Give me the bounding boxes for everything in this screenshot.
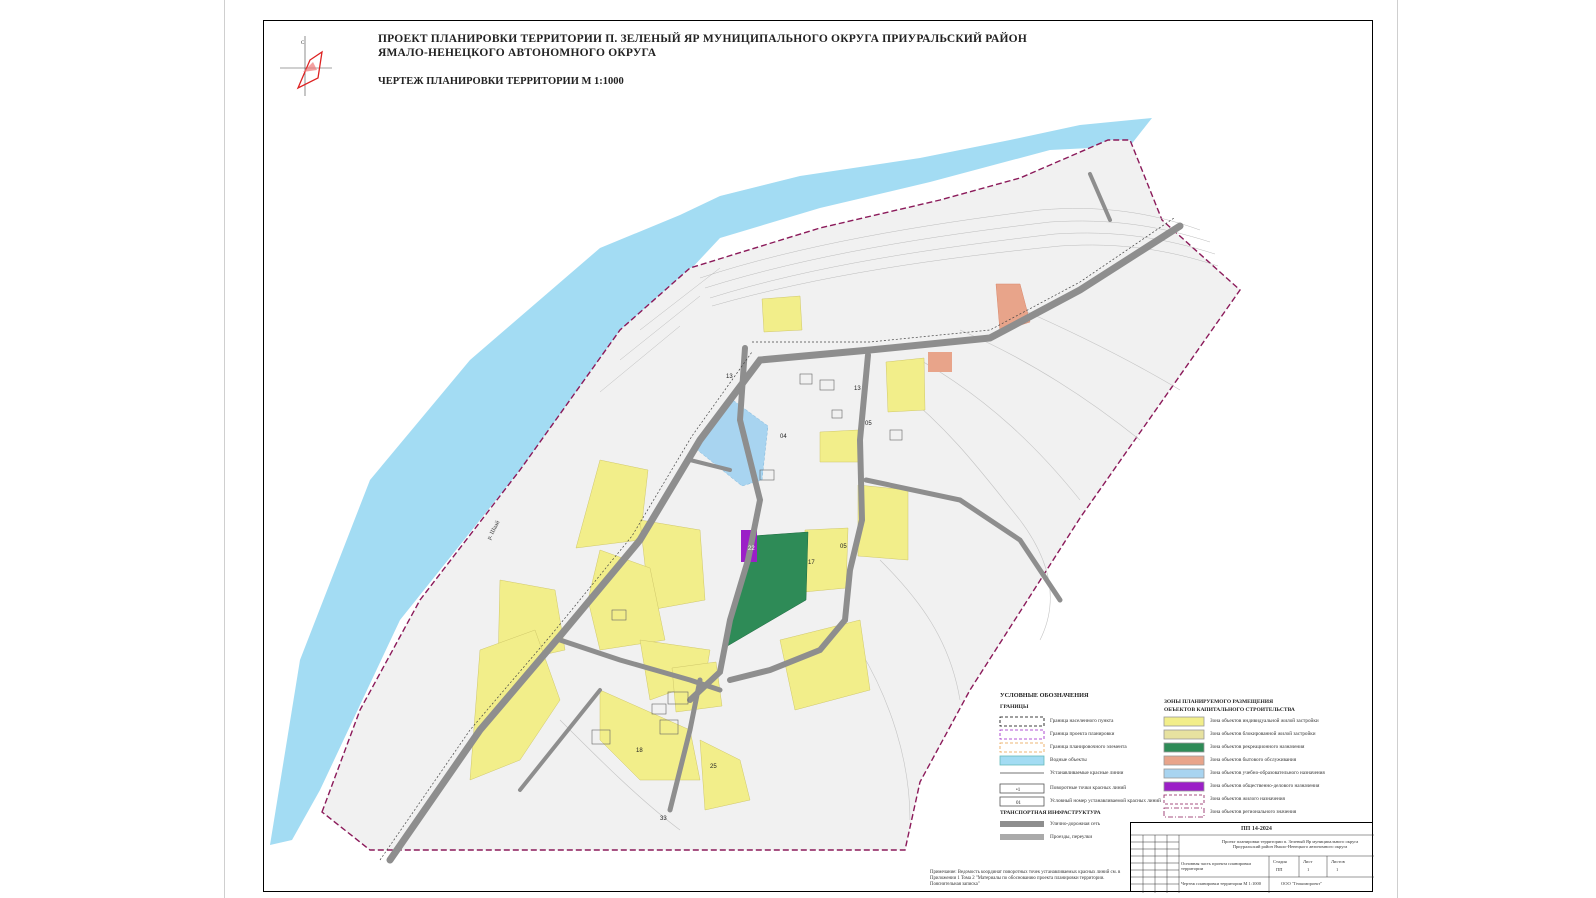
title-line-2: ЯМАЛО-НЕНЕЦКОГО АВТОНОМНОГО ОКРУГА <box>378 47 657 59</box>
legend-border-5: Поворотные точки красных линий <box>1050 785 1127 791</box>
svg-text:04: 04 <box>780 434 787 440</box>
north-arrow-icon: С <box>280 36 332 96</box>
legend-zone-0: Зона объектов индивидуальной жилой застр… <box>1210 718 1319 724</box>
map-subtitle: ЧЕРТЕЖ ПЛАНИРОВКИ ТЕРРИТОРИИ М 1:1000 <box>378 76 624 87</box>
legend-zone-1: Зона объектов блокированной жилой застро… <box>1210 731 1316 737</box>
svg-text:13: 13 <box>854 386 861 392</box>
stamp-grid <box>1131 834 1374 893</box>
svg-text:С: С <box>301 41 305 46</box>
svg-text:05: 05 <box>865 421 872 427</box>
territory-plan-map: С 04 05 13 13 05 22 25 33 17 18 р. Шаай … <box>270 36 1241 864</box>
legend-border-0: Граница населенного пункта <box>1050 718 1114 724</box>
legend-border-2: Граница планировочного элемента <box>1050 744 1127 750</box>
title-block-stamp: ПП 14-2024 Проект планировки территории … <box>1130 822 1374 893</box>
legend-border-6: Условный номер устанавливаемой красных л… <box>1050 798 1161 804</box>
svg-text:18: 18 <box>636 748 643 754</box>
legend-borders-heading: ГРАНИЦЫ <box>1000 704 1029 710</box>
map-title: ПРОЕКТ ПЛАНИРОВКИ ТЕРРИТОРИИ П. ЗЕЛЕНЫЙ … <box>378 32 1027 60</box>
legend-border-1: Граница проекта планировки <box>1050 731 1115 737</box>
legend-border-3: Водные объекты <box>1050 757 1087 763</box>
legend-zone-3: Зона объектов бытового обслуживания <box>1210 757 1297 763</box>
legend-heading: УСЛОВНЫЕ ОБОЗНАЧЕНИЯ <box>1000 692 1089 699</box>
zone-services-2 <box>928 352 952 372</box>
svg-text:25: 25 <box>710 764 717 770</box>
legend-zones-heading-2: ОБЪЕКТОВ КАПИТАЛЬНОГО СТРОИТЕЛЬСТВА <box>1164 707 1295 713</box>
svg-text:17: 17 <box>808 560 815 566</box>
svg-text:01: 01 <box>1016 801 1022 806</box>
title-line-1: ПРОЕКТ ПЛАНИРОВКИ ТЕРРИТОРИИ П. ЗЕЛЕНЫЙ … <box>378 33 1027 45</box>
svg-text:05: 05 <box>840 544 847 550</box>
legend-transport-1: Проезды, переулки <box>1050 834 1093 840</box>
legend-zone-7: Зона объектов регионального значения <box>1210 809 1297 815</box>
svg-text:33: 33 <box>660 816 667 822</box>
drawing-note: Примечание: Ведомость координат поворотн… <box>930 870 1121 887</box>
legend-transport-heading: ТРАНСПОРТНАЯ ИНФРАСТРУКТУРА <box>1000 810 1101 816</box>
svg-text:13: 13 <box>726 374 733 380</box>
legend-zones-heading-1: ЗОНЫ ПЛАНИРУЕМОГО РАЗМЕЩЕНИЯ <box>1164 699 1274 705</box>
legend-border-4: Устанавливаемые красные линии <box>1050 770 1124 776</box>
legend-zone-2: Зона объектов рекреационного назначения <box>1210 744 1305 750</box>
legend-zone-4: Зона объектов учебно-образовательного на… <box>1210 770 1325 776</box>
legend-zone-6: Зона объектов жилого назначения <box>1210 796 1285 802</box>
svg-text:•1: •1 <box>1016 788 1021 793</box>
legend-transport-0: Улично-дорожная сеть <box>1050 821 1101 827</box>
legend-zone-5: Зона объектов общественно-делового назна… <box>1210 783 1320 789</box>
svg-text:22: 22 <box>748 546 755 552</box>
